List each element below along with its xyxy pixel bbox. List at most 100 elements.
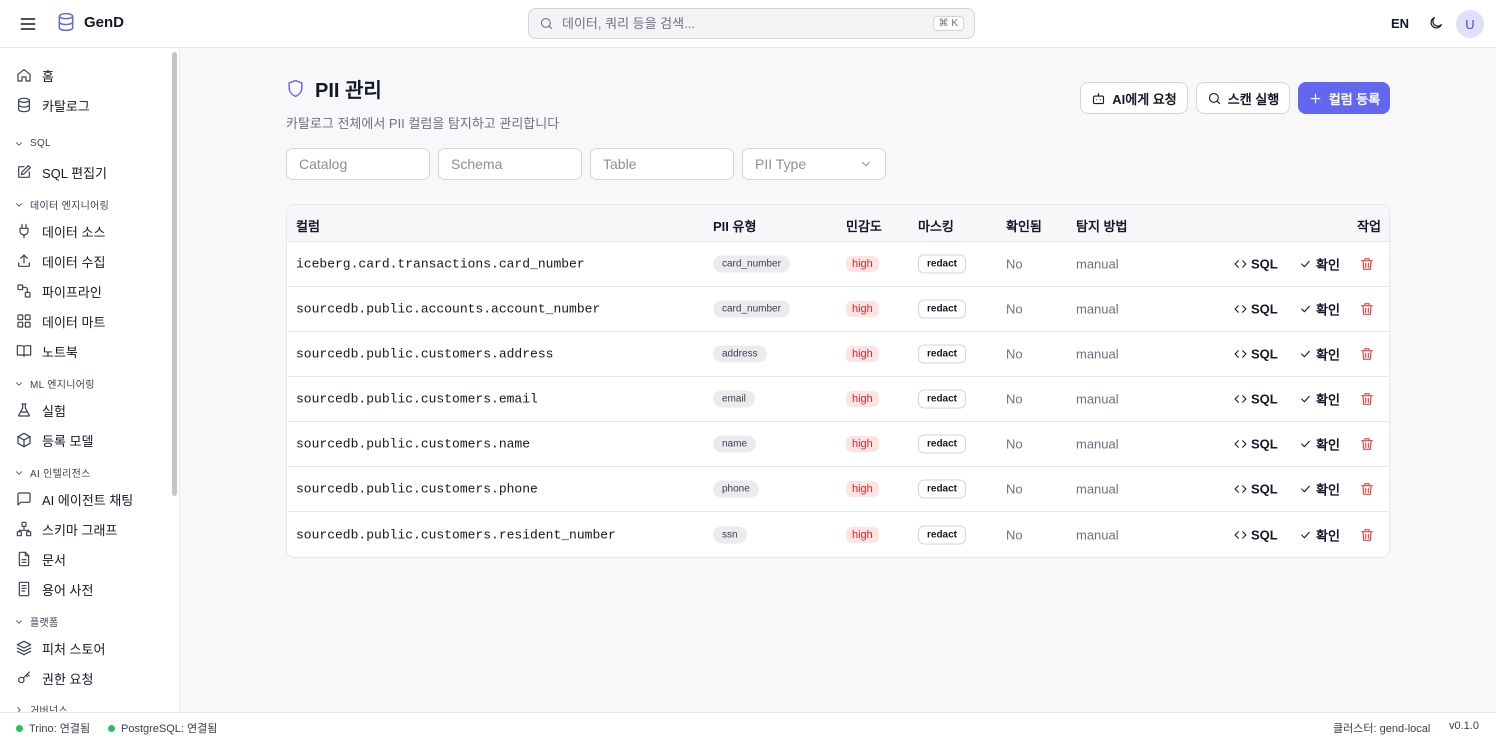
- sidebar-section-data-engineering[interactable]: 데이터 엔지니어링: [14, 197, 109, 212]
- sql-button[interactable]: SQL: [1234, 437, 1278, 452]
- confirm-button[interactable]: 확인: [1299, 525, 1340, 544]
- sidebar-item-data-ingest[interactable]: 데이터 수집: [16, 251, 105, 271]
- sidebar: 홈 카탈로그 SQL SQL 편집기 데이터 엔지니어링 데이터 소스 데이터 …: [0, 48, 180, 712]
- sidebar-section-sql[interactable]: SQL: [14, 138, 51, 149]
- column-header-actions: 작업: [1357, 219, 1381, 234]
- search-input[interactable]: [562, 16, 933, 31]
- confirm-button[interactable]: 확인: [1299, 480, 1340, 499]
- column-header-column[interactable]: 컬럼: [296, 216, 320, 235]
- table-row: sourcedb.public.customers.phone phone hi…: [287, 467, 1389, 512]
- masking-badge: redact: [918, 389, 967, 409]
- plus-icon: [1308, 91, 1323, 106]
- sidebar-item-feature-store[interactable]: 피처 스토어: [16, 638, 105, 658]
- menu-icon[interactable]: [18, 14, 38, 34]
- sql-button[interactable]: SQL: [1234, 347, 1278, 362]
- sql-button[interactable]: SQL: [1234, 482, 1278, 497]
- sql-button[interactable]: SQL: [1234, 527, 1278, 542]
- sidebar-item-data-source[interactable]: 데이터 소스: [16, 221, 105, 241]
- sidebar-item-label: 데이터 마트: [42, 314, 106, 330]
- sql-button[interactable]: SQL: [1234, 302, 1278, 317]
- home-icon: [16, 67, 32, 83]
- delete-icon[interactable]: [1359, 436, 1375, 452]
- column-path: iceberg.card.transactions.card_number: [296, 256, 585, 272]
- confirmed-status: No: [1006, 527, 1023, 542]
- code-icon: [1234, 348, 1247, 361]
- sidebar-item-sql-editor[interactable]: SQL 편집기: [16, 162, 107, 182]
- masking-badge: redact: [918, 254, 967, 274]
- delete-icon[interactable]: [1359, 481, 1375, 497]
- sidebar-section-ml-engineering[interactable]: ML 엔지니어링: [14, 376, 95, 391]
- confirmed-status: No: [1006, 301, 1023, 317]
- check-icon: [1299, 528, 1312, 541]
- sidebar-item-data-mart[interactable]: 데이터 마트: [16, 311, 105, 331]
- moon-icon[interactable]: [1428, 15, 1444, 31]
- sidebar-item-ai-chat[interactable]: AI 에이전트 채팅: [16, 489, 133, 509]
- sidebar-item-label: 파이프라인: [42, 284, 102, 300]
- sidebar-item-notebook[interactable]: 노트북: [16, 341, 78, 361]
- column-header-confirmed[interactable]: 확인됨: [1006, 216, 1042, 235]
- delete-icon[interactable]: [1359, 391, 1375, 407]
- confirm-button[interactable]: 확인: [1299, 255, 1340, 274]
- column-header-masking[interactable]: 마스킹: [918, 216, 954, 235]
- check-icon: [1299, 258, 1312, 271]
- sensitivity-badge: high: [846, 436, 879, 452]
- sidebar-section-governance[interactable]: 거버넌스: [14, 702, 68, 712]
- confirm-button[interactable]: 확인: [1299, 345, 1340, 364]
- sidebar-item-schema-graph[interactable]: 스키마 그래프: [16, 519, 117, 539]
- sidebar-item-label: 카탈로그: [42, 98, 90, 114]
- sidebar-item-label: 실험: [42, 403, 66, 419]
- pii-type-badge: address: [713, 345, 767, 363]
- global-search[interactable]: ⌘ K: [528, 8, 975, 39]
- sidebar-item-docs[interactable]: 문서: [16, 549, 66, 569]
- sidebar-item-access-request[interactable]: 권한 요청: [16, 668, 93, 688]
- register-column-button[interactable]: 컬럼 등록: [1298, 82, 1390, 114]
- column-header-pii-type[interactable]: PII 유형: [713, 216, 756, 235]
- sidebar-section-platform[interactable]: 플랫폼: [14, 614, 59, 629]
- delete-icon[interactable]: [1359, 346, 1375, 362]
- confirm-button[interactable]: 확인: [1299, 435, 1340, 454]
- delete-icon[interactable]: [1359, 256, 1375, 272]
- sql-button[interactable]: SQL: [1234, 392, 1278, 407]
- sidebar-section-ai-intelligence[interactable]: AI 인텔리전스: [14, 465, 91, 480]
- run-scan-button[interactable]: 스캔 실행: [1196, 82, 1290, 114]
- edit-icon: [16, 164, 32, 180]
- user-avatar[interactable]: U: [1456, 10, 1484, 38]
- masking-badge: redact: [918, 525, 967, 544]
- column-header-detection-method[interactable]: 탐지 방법: [1076, 216, 1127, 235]
- detection-method: manual: [1076, 481, 1119, 497]
- delete-icon[interactable]: [1359, 527, 1375, 543]
- pii-type-badge: phone: [713, 480, 759, 498]
- search-icon: [1207, 91, 1222, 106]
- sidebar-item-home[interactable]: 홈: [16, 65, 54, 85]
- sidebar-item-catalog[interactable]: 카탈로그: [16, 95, 90, 115]
- code-icon: [1234, 528, 1247, 541]
- column-header-sensitivity[interactable]: 민감도: [846, 216, 882, 235]
- delete-icon[interactable]: [1359, 301, 1375, 317]
- code-icon: [1234, 393, 1247, 406]
- pii-type-select[interactable]: PII Type: [742, 148, 886, 180]
- ask-ai-button[interactable]: AI에게 요청: [1080, 82, 1188, 114]
- app-logo[interactable]: GenD: [56, 12, 124, 32]
- chevron-down-icon: [14, 379, 24, 389]
- sidebar-item-label: 스키마 그래프: [42, 522, 118, 538]
- sql-button[interactable]: SQL: [1234, 257, 1278, 272]
- schema-filter-input[interactable]: [438, 148, 582, 180]
- sidebar-item-registered-model[interactable]: 등록 모델: [16, 430, 93, 450]
- confirm-button[interactable]: 확인: [1299, 300, 1340, 319]
- confirm-button[interactable]: 확인: [1299, 390, 1340, 409]
- column-path: sourcedb.public.customers.phone: [296, 481, 538, 497]
- sidebar-item-label: SQL 편집기: [42, 165, 108, 181]
- sidebar-scrollbar[interactable]: [172, 52, 177, 496]
- confirmed-status: No: [1006, 256, 1023, 272]
- catalog-filter-input[interactable]: [286, 148, 430, 180]
- flask-icon: [16, 402, 32, 418]
- language-toggle[interactable]: EN: [1391, 16, 1409, 31]
- table-filter-input[interactable]: [590, 148, 734, 180]
- sensitivity-badge: high: [846, 346, 879, 362]
- page-title: PII 관리: [315, 80, 382, 102]
- sidebar-item-label: 노트북: [42, 344, 78, 360]
- sidebar-item-pipeline[interactable]: 파이프라인: [16, 281, 102, 301]
- sidebar-item-glossary[interactable]: 용어 사전: [16, 579, 93, 599]
- sidebar-item-experiment[interactable]: 실험: [16, 400, 66, 420]
- detection-method: manual: [1076, 346, 1119, 362]
